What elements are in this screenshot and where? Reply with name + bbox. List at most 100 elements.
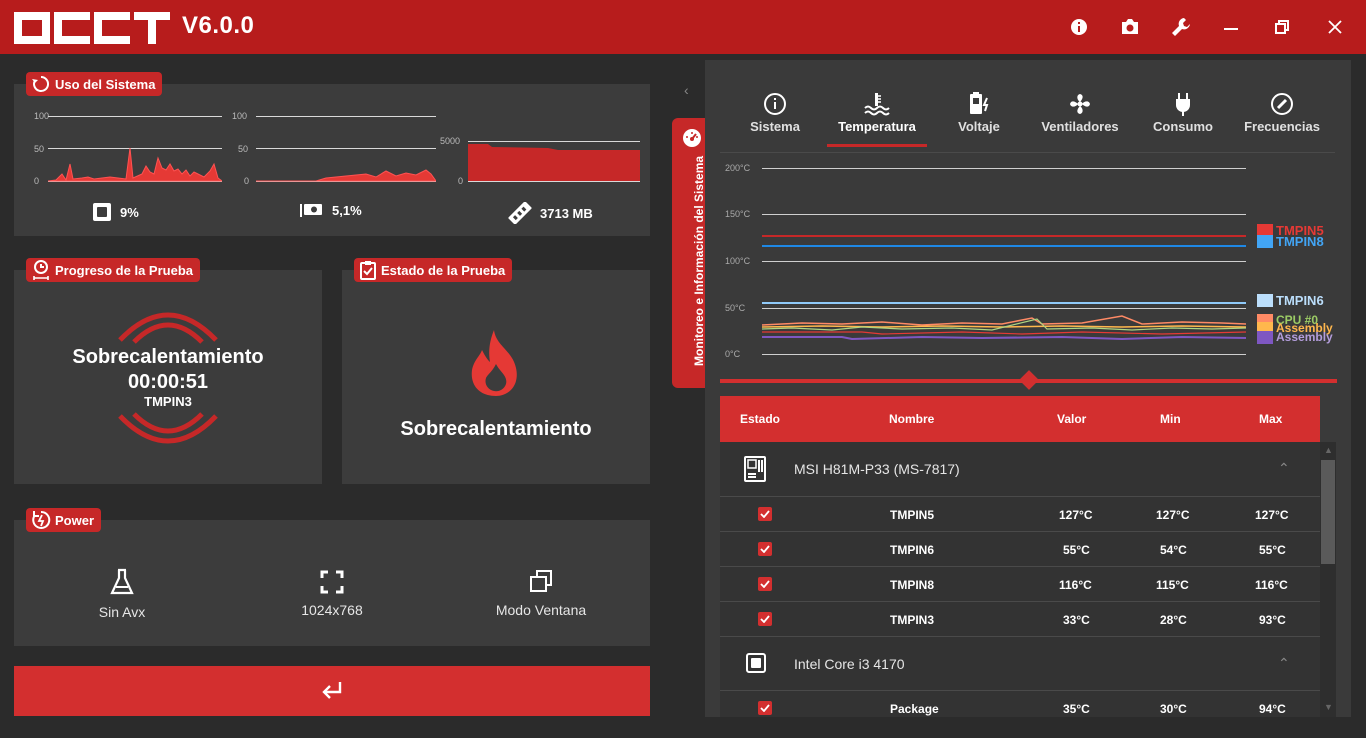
col-estado: Estado bbox=[740, 412, 781, 426]
system-usage-title: Uso del Sistema bbox=[55, 76, 156, 92]
cpu-usage-graph bbox=[48, 147, 222, 182]
signal-arcs-top-icon bbox=[118, 312, 218, 344]
start-test-button[interactable] bbox=[14, 666, 650, 716]
gpu-usage-graph bbox=[256, 169, 436, 182]
y-tick-200: 200°C bbox=[725, 163, 751, 173]
row-valor: 55°C bbox=[1063, 543, 1090, 557]
row-valor: 116°C bbox=[1059, 578, 1092, 592]
row-max: 94°C bbox=[1259, 702, 1286, 716]
tab-temperatura[interactable]: Temperatura bbox=[832, 92, 922, 134]
table-row: TMPIN3 33°C 28°C 93°C bbox=[720, 601, 1320, 636]
minimize-icon bbox=[1224, 28, 1238, 30]
avx-option[interactable]: Sin Avx bbox=[42, 568, 202, 620]
row-name: TMPIN3 bbox=[890, 613, 935, 627]
row-name: TMPIN5 bbox=[890, 508, 935, 522]
power-panel: Sin Avx 1024x768 Modo Ventana bbox=[14, 520, 650, 646]
test-status-title: Estado de la Prueba bbox=[381, 262, 506, 278]
time-range-slider-handle[interactable] bbox=[1019, 370, 1039, 390]
flame-icon bbox=[471, 330, 517, 396]
check-icon bbox=[760, 545, 770, 553]
window-mode-option[interactable]: Modo Ventana bbox=[461, 568, 621, 618]
check-icon bbox=[760, 580, 770, 588]
y-tick-0: 0°C bbox=[725, 349, 741, 359]
thermometer-icon bbox=[864, 93, 890, 116]
cpu-axis-0: 0 bbox=[34, 176, 40, 186]
monitoring-panel: Sistema Temperatura Voltaje Ventiladores… bbox=[705, 60, 1351, 717]
col-min: Min bbox=[1160, 412, 1181, 426]
row-valor: 127°C bbox=[1059, 508, 1093, 522]
tab-frecuencias[interactable]: Frecuencias bbox=[1240, 92, 1324, 134]
scrollbar-thumb[interactable] bbox=[1321, 460, 1335, 564]
sensor-group-cpu[interactable]: Intel Core i3 4170 ⌃ bbox=[720, 636, 1320, 692]
table-row: TMPIN6 55°C 54°C 55°C bbox=[720, 531, 1320, 566]
col-nombre: Nombre bbox=[889, 412, 935, 426]
check-icon bbox=[760, 704, 770, 712]
row-valor: 35°C bbox=[1063, 702, 1090, 716]
app-version: V6.0.0 bbox=[182, 12, 255, 39]
gauge-icon bbox=[1271, 93, 1293, 115]
tab-voltaje[interactable]: Voltaje bbox=[949, 92, 1009, 134]
sensor-checkbox[interactable] bbox=[758, 577, 772, 591]
tab-ventiladores[interactable]: Ventiladores bbox=[1035, 92, 1125, 134]
table-row: TMPIN8 116°C 115°C 116°C bbox=[720, 566, 1320, 601]
test-status-text: Sobrecalentamiento bbox=[400, 418, 592, 440]
timer-icon bbox=[33, 260, 49, 280]
sensor-checkbox[interactable] bbox=[758, 612, 772, 626]
gpu-axis-50: 50 bbox=[238, 144, 249, 154]
legend-tmpin8: TMPIN8 bbox=[1257, 234, 1324, 249]
temperature-series-lines bbox=[762, 235, 1246, 341]
minimize-button[interactable] bbox=[1218, 14, 1244, 40]
restore-button[interactable] bbox=[1269, 14, 1295, 40]
scroll-down-arrow[interactable]: ▼ bbox=[1324, 702, 1333, 712]
gpu-usage-value: 5,1% bbox=[332, 202, 362, 218]
system-usage-panel: 100 50 0 100 50 0 5000 0 9% 5,1% 3713 MB bbox=[14, 84, 650, 236]
sensor-checkbox[interactable] bbox=[758, 542, 772, 556]
y-tick-150: 150°C bbox=[725, 209, 751, 219]
tab-sistema[interactable]: Sistema bbox=[745, 92, 805, 134]
sensor-group-motherboard[interactable]: MSI H81M-P33 (MS-7817) ⌃ bbox=[720, 442, 1320, 498]
mem-axis-5000: 5000 bbox=[440, 136, 461, 146]
y-tick-100: 100°C bbox=[725, 256, 751, 266]
memory-usage-value: 3713 MB bbox=[540, 205, 593, 221]
info-button[interactable] bbox=[1066, 14, 1092, 40]
table-scrollbar[interactable]: ▲ ▼ bbox=[1320, 442, 1336, 717]
progress-test-name: Sobrecalentamiento bbox=[72, 346, 264, 368]
legend-assembly-b: Assembly bbox=[1257, 330, 1333, 344]
speedometer-icon bbox=[683, 129, 701, 147]
cpu-usage-value: 9% bbox=[120, 204, 139, 220]
progress-sensor: TMPIN3 bbox=[144, 394, 192, 409]
col-valor: Valor bbox=[1057, 412, 1087, 426]
mem-axis-0: 0 bbox=[458, 176, 464, 186]
table-row: Package 35°C 30°C 94°C bbox=[720, 690, 1320, 717]
signal-arcs-bottom-icon bbox=[118, 412, 218, 444]
tab-consumo[interactable]: Consumo bbox=[1148, 92, 1218, 134]
row-name: TMPIN6 bbox=[890, 543, 935, 557]
resolution-option[interactable]: 1024x768 bbox=[252, 570, 412, 618]
collapse-panel-arrow[interactable]: ‹ bbox=[684, 82, 689, 98]
fan-icon bbox=[1070, 94, 1090, 114]
y-tick-50: 50°C bbox=[725, 303, 746, 313]
sensor-checkbox[interactable] bbox=[758, 701, 772, 715]
power-badge: Power bbox=[26, 508, 102, 532]
sensor-checkbox[interactable] bbox=[758, 507, 772, 521]
clipboard-check-icon bbox=[360, 261, 376, 280]
check-icon bbox=[760, 615, 770, 623]
gpu-axis-0: 0 bbox=[244, 176, 250, 186]
plug-icon bbox=[1176, 93, 1190, 116]
scroll-up-arrow[interactable]: ▲ bbox=[1324, 445, 1333, 455]
settings-button[interactable] bbox=[1168, 14, 1194, 40]
cpu-usage: 9% bbox=[92, 202, 139, 222]
close-button[interactable] bbox=[1322, 14, 1348, 40]
row-max: 93°C bbox=[1259, 613, 1286, 627]
power-cycle-icon bbox=[32, 510, 51, 529]
row-name: Package bbox=[890, 702, 939, 716]
cpu-icon bbox=[93, 203, 111, 221]
cpu-axis-100: 100 bbox=[34, 111, 50, 121]
tab-voltaje-label: Voltaje bbox=[958, 119, 1000, 134]
chevron-up-icon[interactable]: ⌃ bbox=[1278, 460, 1290, 477]
col-max: Max bbox=[1259, 412, 1283, 426]
tab-frecuencias-label: Frecuencias bbox=[1244, 119, 1320, 134]
screenshot-button[interactable] bbox=[1117, 14, 1143, 40]
memory-usage-graph bbox=[468, 144, 640, 181]
chevron-up-icon[interactable]: ⌃ bbox=[1278, 655, 1290, 672]
